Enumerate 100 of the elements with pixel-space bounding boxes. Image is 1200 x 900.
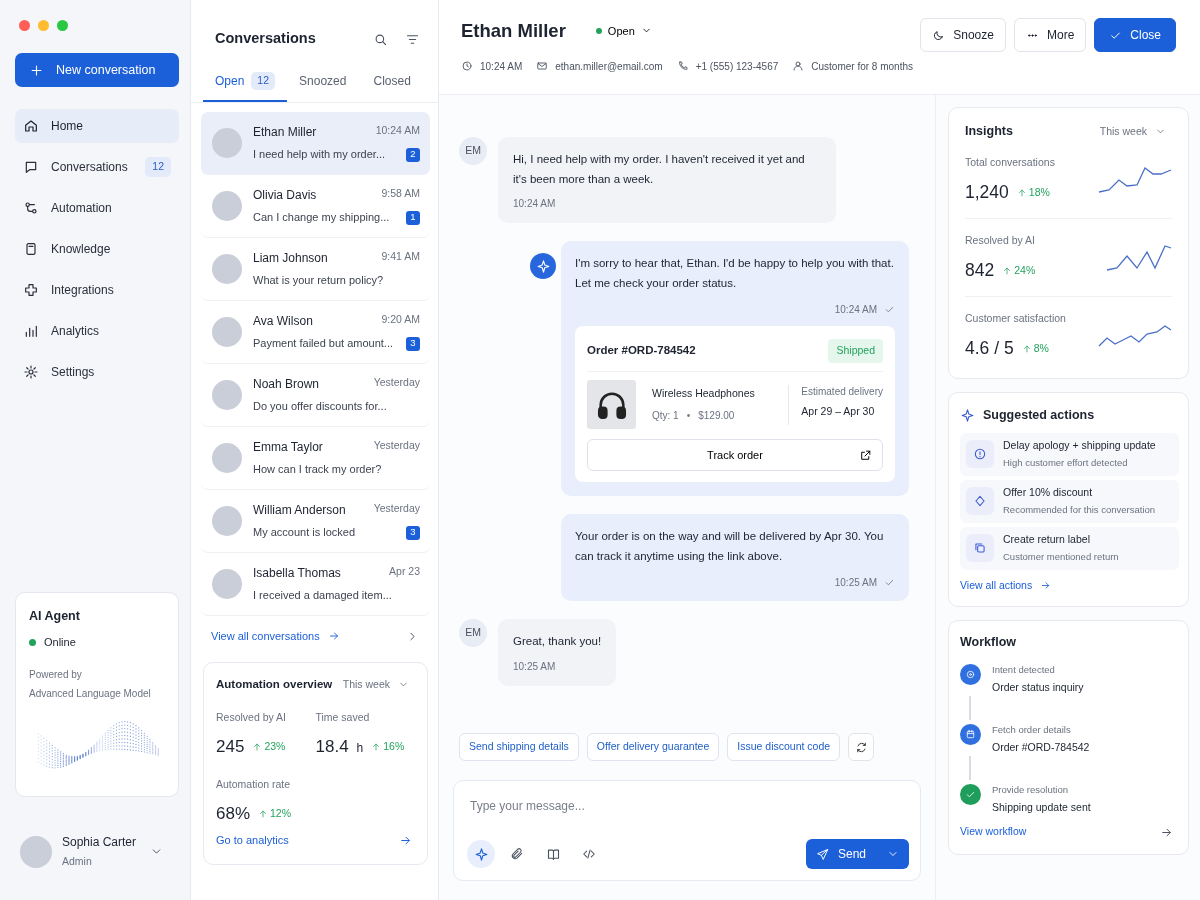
change-indicator: 18% (1016, 184, 1050, 201)
message-text: I'm sorry to hear that, Ethan. I'd be happy to help you with that. Let me check your order status. (575, 256, 895, 291)
message-preview: What is your return policy? (253, 273, 384, 289)
sparkle-icon (960, 407, 975, 423)
status-dot (595, 27, 602, 34)
conversation-item[interactable]: William Anderson Yesterday My account is locked 3 (201, 490, 430, 553)
agent-status: Online (44, 635, 76, 650)
calendar-icon (965, 728, 976, 740)
header-action-button[interactable]: Close (1094, 18, 1176, 52)
book-icon (545, 846, 561, 862)
nav-item[interactable]: Integrations (15, 273, 179, 307)
message-time: 10:24 AM (834, 303, 877, 318)
suggested-action-item[interactable]: Delay apology + shipping update High customer effort detected (960, 432, 1179, 476)
change-indicator: 23% (252, 738, 286, 755)
stat-label: Automation rate (216, 777, 292, 792)
conversation-item[interactable]: Olivia Davis 9:58 AM Can I change my shipping... 1 (201, 175, 430, 238)
unread-count: 1 (406, 210, 420, 225)
contact-avatar (212, 128, 242, 158)
new-conversation-button[interactable]: New conversation (15, 53, 179, 87)
tab[interactable]: Snoozed (287, 66, 359, 102)
period-dropdown[interactable]: This week (1093, 122, 1172, 141)
go-to-analytics-link[interactable]: Go to analytics (216, 831, 289, 849)
clock-icon (461, 60, 473, 73)
nodes-icon (23, 200, 39, 216)
customer-avatar: EM (459, 619, 487, 648)
message-input[interactable]: Type your message... (467, 793, 909, 819)
count-badge: 12 (145, 157, 171, 177)
action-detail: Recommended for this conversation (1003, 503, 1156, 518)
suggested-action-item[interactable]: Offer 10% discount Recommended for this conversation (960, 479, 1179, 523)
quick-reply-button[interactable]: Issue discount code (727, 733, 841, 761)
change-indicator: 12% (258, 805, 292, 822)
send-button[interactable]: Send (805, 839, 909, 869)
action-title: Create return label (1003, 531, 1091, 547)
up-arrow-icon (1021, 343, 1032, 354)
message-time: 10:24 AM (375, 123, 420, 139)
suggested-action-item[interactable]: Create return label Customer mentioned return (960, 526, 1179, 570)
metric-value: 4.6 / 5 (965, 336, 1014, 360)
step-value: Shipping update sent (992, 800, 1091, 815)
unread-count: 2 (406, 147, 420, 162)
agent-title: AI Agent (29, 608, 81, 626)
contact-avatar (212, 317, 242, 347)
customer-detail: 10:24 AM (480, 59, 523, 74)
nav-item[interactable]: Settings (15, 355, 179, 389)
conversation-item[interactable]: Noah Brown Yesterday Do you offer discounts for... (201, 364, 430, 427)
message-preview: I received a damaged item... (253, 588, 392, 604)
message-preview: How can I track my order? (253, 462, 382, 478)
tab[interactable]: Open 12 (203, 66, 288, 102)
action-detail: Customer mentioned return (1003, 550, 1119, 565)
conversation-item[interactable]: Isabella Thomas Apr 23 I received a damaged item... (201, 553, 430, 616)
message-preview: I need help with my order... (253, 147, 386, 163)
contact-avatar (212, 254, 242, 284)
view-all-conversations-link[interactable]: View all conversations (211, 627, 340, 645)
conversation-item[interactable]: Ava Wilson 9:20 AM Payment failed but amount... 3 (201, 301, 430, 364)
contact-name: William Anderson (253, 502, 346, 520)
ai-assist-button[interactable] (467, 840, 495, 868)
stat-label: Resolved by AI (216, 709, 288, 725)
quick-reply-button[interactable]: Send shipping details (459, 733, 579, 761)
metric-value: 842 (965, 258, 995, 282)
moon-icon (932, 28, 946, 42)
step-value: Order #ORD-784542 (992, 740, 1090, 755)
conversation-item[interactable]: Ethan Miller 10:24 AM I need help with my order... 2 (201, 112, 430, 175)
metric-label: Resolved by AI (965, 232, 1036, 248)
stat-label: Time saved (315, 709, 371, 725)
nav-item[interactable]: Conversations 12 (15, 150, 179, 184)
message-time: 9:58 AM (381, 186, 420, 202)
nav-item[interactable]: Automation (15, 191, 179, 225)
delivery-date: Apr 29 – Apr 30 (801, 403, 876, 419)
product-name: Wireless Headphones (652, 386, 756, 401)
phone-icon (676, 60, 689, 73)
quick-reply-button[interactable]: Offer delivery guarantee (586, 733, 720, 761)
conversation-item[interactable]: Liam Johnson 9:41 AM What is your return policy? (201, 238, 430, 301)
tab[interactable]: Closed (358, 66, 426, 102)
period-dropdown[interactable]: This week (336, 676, 415, 694)
user-avatar (20, 835, 52, 868)
message-time: 10:25 AM (834, 576, 877, 591)
model-name: Advanced Language Model (29, 686, 152, 701)
contact-avatar (212, 506, 242, 536)
view-workflow-link[interactable]: View workflow (960, 824, 1027, 840)
chat-bubble-icon (23, 159, 39, 175)
message-preview: Do you offer discounts for... (253, 399, 387, 415)
step-label: Intent detected (992, 662, 1056, 677)
track-order-button[interactable]: Track order (587, 439, 883, 472)
window-close-control[interactable] (19, 20, 30, 31)
header-action-button[interactable]: Snooze (920, 18, 1006, 52)
conversation-item[interactable]: Emma Taylor Yesterday How can I track my order? (201, 427, 430, 490)
header-action-button[interactable]: More (1013, 18, 1087, 52)
metric-label: Total conversations (965, 154, 1055, 170)
refresh-suggestions-button[interactable] (848, 733, 875, 761)
view-all-actions-link[interactable]: View all actions (960, 577, 1052, 594)
customer-detail: ethan.miller@email.com (555, 59, 663, 74)
card-title: Suggested actions (983, 406, 1095, 424)
customer-detail: Customer for 8 months (811, 59, 913, 74)
status-dropdown[interactable]: Open (589, 21, 658, 41)
order-status-badge: Shipped (828, 339, 883, 364)
sparkline-drawing (1106, 244, 1172, 271)
message-preview: My account is locked (253, 525, 356, 541)
nav-item[interactable]: Knowledge (15, 232, 179, 266)
nav-item[interactable]: Home (15, 109, 179, 143)
nav-item[interactable]: Analytics (15, 314, 179, 348)
message-text: Your order is on the way and will be delivered by Apr 30. You can track it anytime using the link above. (575, 529, 885, 564)
